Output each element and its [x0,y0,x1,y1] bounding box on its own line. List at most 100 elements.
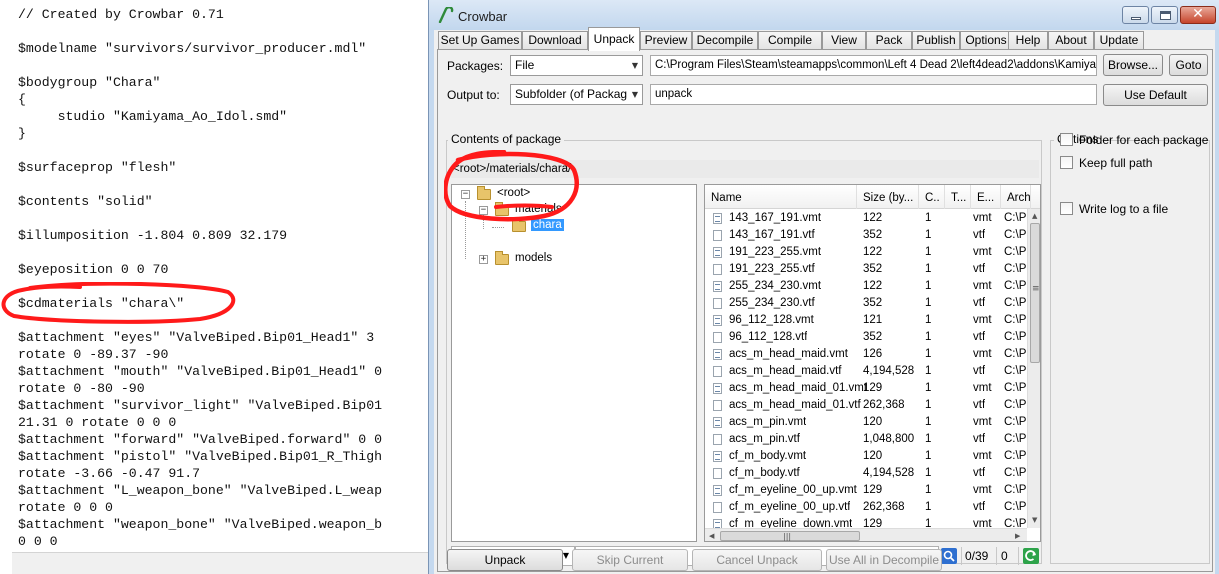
use-default-button[interactable]: Use Default [1103,84,1208,106]
packages-path-field[interactable]: C:\Program Files\Steam\steamapps\common\… [650,55,1097,76]
tree-expander-models[interactable]: + [479,255,488,264]
tab-preview[interactable]: Preview [640,31,692,50]
horizontal-scroll-thumb[interactable]: ||| [720,531,860,541]
column-header-type[interactable]: T... [945,185,971,209]
texture-file-icon [713,502,722,513]
file-row[interactable]: 143_167_191.vtf 352 1 vtf C:\P [705,227,1027,244]
file-row[interactable]: cf_m_body.vmt 120 1 vmt C:\P [705,448,1027,465]
scroll-up-arrow-icon[interactable]: ▲ [1032,212,1037,220]
file-row[interactable]: cf_m_body.vtf 4,194,528 1 vtf C:\P [705,465,1027,482]
folder-icon [495,202,509,216]
scroll-down-arrow-icon[interactable]: ▼ [1032,516,1037,524]
tab-compile[interactable]: Compile [758,31,822,50]
file-row[interactable]: acs_m_pin.vmt 120 1 vmt C:\P [705,414,1027,431]
file-name-cell: acs_m_head_maid.vtf [729,365,842,377]
qc-line: rotate 0 -80 -90 [18,381,145,396]
window-client-area: Set Up Games Download Unpack Preview Decompi… [434,27,1215,574]
file-count-cell: 1 [925,297,932,309]
keep-full-path-checkbox[interactable] [1060,156,1073,169]
file-row[interactable]: acs_m_head_maid_01.vmt 129 1 vmt C:\P [705,380,1027,397]
file-size-cell: 352 [863,331,883,343]
file-count-cell: 1 [925,348,932,360]
file-arch-cell: C:\P [1004,484,1027,496]
minimize-button[interactable] [1122,6,1149,24]
file-row[interactable]: acs_m_head_maid_01.vtf 262,368 1 vtf C:\P [705,397,1027,414]
file-row[interactable]: acs_m_head_maid.vtf 4,194,528 1 vtf C:\P [705,363,1027,380]
browse-button[interactable]: Browse... [1103,54,1163,76]
tab-options[interactable]: Options [960,31,1012,50]
write-log-checkbox[interactable] [1060,202,1073,215]
material-file-icon [713,281,722,292]
column-header-count[interactable]: C.. [919,185,945,209]
qc-line: } [18,126,26,141]
tab-about[interactable]: About [1048,31,1094,50]
cancel-unpack-button[interactable]: Cancel Unpack [692,549,822,571]
qc-text-editor[interactable]: // Created by Crowbar 0.71 $modelname "su… [0,0,432,574]
packages-type-dropdown[interactable]: File ▼ [510,55,643,76]
tree-expander-root[interactable]: − [461,190,470,199]
tab-help[interactable]: Help [1008,31,1048,50]
file-row[interactable]: acs_m_head_maid.vmt 126 1 vmt C:\P [705,346,1027,363]
file-ext-cell: vmt [973,416,992,428]
write-log-label: Write log to a file [1079,202,1169,216]
scroll-right-arrow-icon[interactable]: ▶ [1015,532,1020,540]
column-header-name[interactable]: Name [705,185,857,209]
column-header-ext[interactable]: E... [971,185,1001,209]
skip-current-button[interactable]: Skip Current [572,549,688,571]
file-row[interactable]: 191_223_255.vmt 122 1 vmt C:\P [705,244,1027,261]
package-file-list[interactable]: Name Size (by... C.. T... E... Arch 143_167_1… [704,184,1041,542]
material-file-icon [713,213,722,224]
tab-unpack[interactable]: Unpack [588,27,640,51]
tree-node-chara[interactable]: chara [531,219,564,231]
tab-update[interactable]: Update [1094,31,1144,50]
file-row[interactable]: 255_234_230.vtf 352 1 vtf C:\P [705,295,1027,312]
tab-view[interactable]: View [822,31,866,50]
title-bar[interactable]: Crowbar ✕ [429,0,1219,30]
refresh-icon[interactable] [1023,548,1039,564]
unpack-button[interactable]: Unpack [447,549,563,571]
tab-download[interactable]: Download [522,31,588,50]
tree-node-root[interactable]: <root> [497,187,530,199]
material-file-icon [713,349,722,360]
qc-line: $cdmaterials "chara\" [18,296,185,311]
qc-line: $attachment "eyes" "ValveBiped.Bip01_Hea… [18,330,375,345]
file-row[interactable]: acs_m_pin.vtf 1,048,800 1 vtf C:\P [705,431,1027,448]
tab-set-up-games[interactable]: Set Up Games [438,31,522,50]
vertical-scroll-thumb[interactable]: ≡ [1030,223,1040,363]
file-row[interactable]: 143_167_191.vmt 122 1 vmt C:\P [705,210,1027,227]
maximize-button[interactable] [1151,6,1178,24]
output-subfolder-field[interactable]: unpack [650,84,1097,105]
file-row[interactable]: 191_223_255.vtf 352 1 vtf C:\P [705,261,1027,278]
tree-connector [483,215,484,229]
file-list-horizontal-scrollbar[interactable]: ◀ ||| ▶ [705,528,1027,541]
folder-for-each-package-checkbox[interactable] [1060,133,1073,146]
qc-line: $modelname "survivors/survivor_producer.… [18,41,367,56]
file-row[interactable]: 255_234_230.vmt 122 1 vmt C:\P [705,278,1027,295]
column-header-size[interactable]: Size (by... [857,185,919,209]
file-list-vertical-scrollbar[interactable]: ▲ ≡ ▼ [1027,209,1040,528]
output-type-dropdown[interactable]: Subfolder (of Packag ▼ [510,84,643,105]
file-ext-cell: vtf [973,501,986,513]
file-row[interactable]: 96_112_128.vmt 121 1 vmt C:\P [705,312,1027,329]
file-arch-cell: C:\P [1004,433,1027,445]
search-icon[interactable] [941,548,957,564]
use-all-in-decompile-button[interactable]: Use All in Decompile [826,549,942,571]
tab-publish[interactable]: Publish [912,31,960,50]
tree-node-models[interactable]: models [515,252,552,264]
scroll-left-arrow-icon[interactable]: ◀ [709,532,714,540]
package-folder-tree[interactable]: − <root> − materials chara + models [451,184,697,542]
tree-node-materials[interactable]: materials [515,203,562,215]
goto-button[interactable]: Goto [1169,54,1208,76]
minimize-icon [1131,17,1141,20]
close-button[interactable]: ✕ [1180,6,1216,24]
file-ext-cell: vtf [973,399,986,411]
scroll-grip-icon: ||| [783,532,792,541]
tree-expander-materials[interactable]: − [479,206,488,215]
file-name-cell: acs_m_head_maid_01.vtf [729,399,861,411]
file-row[interactable]: cf_m_eyeline_00_up.vmt 129 1 vmt C:\P [705,482,1027,499]
column-header-arch[interactable]: Arch [1001,185,1031,209]
tab-pack[interactable]: Pack [866,31,912,50]
file-row[interactable]: cf_m_eyeline_00_up.vtf 262,368 1 vtf C:\P [705,499,1027,516]
file-row[interactable]: 96_112_128.vtf 352 1 vtf C:\P [705,329,1027,346]
tab-decompile[interactable]: Decompile [692,31,758,50]
